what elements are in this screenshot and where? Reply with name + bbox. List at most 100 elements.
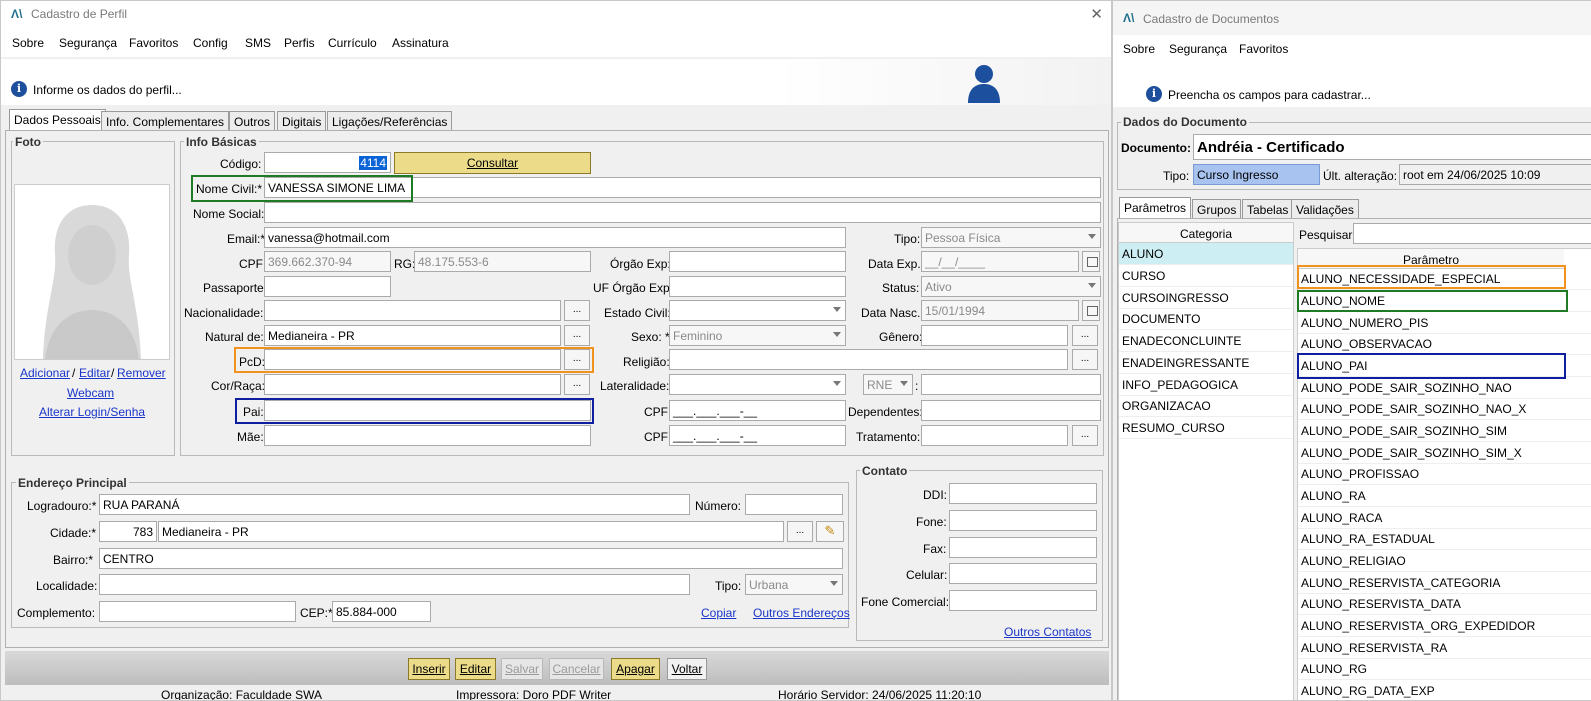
list-item[interactable]: ALUNO_RESERVISTA_CATEGORIA [1298,572,1591,594]
endereco-tipo-select[interactable]: Urbana [745,574,843,595]
list-item[interactable]: ALUNO_RESERVISTA_RA [1298,637,1591,659]
list-item[interactable]: ALUNO_PODE_SAIR_SOZINHO_SIM [1298,420,1591,442]
data-nasc-field[interactable]: 15/01/1994 [921,300,1079,321]
list-item[interactable]: ALUNO_RESERVISTA_ORG_EXPEDIDOR [1298,615,1591,637]
tab-dados-pessoais[interactable]: Dados Pessoais [9,109,106,131]
cpf-field[interactable]: 369.662.370-94 [264,251,391,272]
cpf-pai-field[interactable]: ___.___.___-__ [669,400,846,421]
menu-config[interactable]: Config [193,36,228,50]
nacionalidade-field[interactable] [264,300,561,321]
rne-select[interactable]: RNE [863,374,913,395]
list-item[interactable]: ALUNO_RELIGIAO [1298,550,1591,572]
list-item[interactable]: ENADECONCLUINTE [1119,330,1293,352]
outros-contatos-link[interactable]: Outros Contatos [1004,625,1091,639]
pencil-icon[interactable]: ✎ [816,521,844,542]
cor-raca-field[interactable] [264,374,561,395]
rg-field[interactable]: 48.175.553-6 [414,251,591,272]
complemento-field[interactable] [99,601,296,622]
cidade-code-field[interactable]: 783 [99,521,157,542]
numero-field[interactable] [745,494,843,515]
religiao-field[interactable] [669,349,1068,370]
tab-parametros[interactable]: Parâmetros [1119,197,1192,219]
menu-seguranca[interactable]: Segurança [1169,42,1227,56]
list-item[interactable]: ORGANIZACAO [1119,395,1293,417]
tab-validacoes[interactable]: Validações [1291,199,1359,219]
calendar-icon[interactable] [1082,251,1100,272]
tab-ligacoes[interactable]: Ligações/Referências [327,111,453,131]
outros-enderecos-link[interactable]: Outros Endereços [753,606,850,620]
tratamento-lookup-button[interactable]: ... [1072,425,1098,446]
mae-field[interactable] [264,425,591,446]
menu-sobre[interactable]: Sobre [1123,42,1155,56]
tipo-field[interactable]: Curso Ingresso [1193,164,1320,185]
menu-assinatura[interactable]: Assinatura [392,36,449,50]
menu-sobre[interactable]: Sobre [12,36,44,50]
sexo-select[interactable]: Feminino [669,325,846,346]
dependentes-field[interactable] [921,400,1101,421]
list-item[interactable]: ALUNO_RG [1298,658,1591,680]
apagar-button[interactable]: Apagar [611,658,660,680]
nacionalidade-lookup-button[interactable]: ... [564,300,590,321]
webcam-link[interactable]: Webcam [67,386,114,400]
list-item[interactable]: ALUNO_PROFISSAO [1298,463,1591,485]
menu-favoritos[interactable]: Favoritos [129,36,178,50]
genero-field[interactable] [921,325,1068,346]
logradouro-field[interactable]: RUA PARANÁ [99,494,690,515]
menu-seguranca[interactable]: Segurança [59,36,117,50]
tipo-select[interactable]: Pessoa Física [921,227,1101,248]
list-item[interactable]: ALUNO_PODE_SAIR_SOZINHO_NAO [1298,377,1591,399]
list-item[interactable]: CURSOINGRESSO [1119,287,1293,309]
genero-lookup-button[interactable]: ... [1072,325,1098,346]
editar-link[interactable]: Editar [79,366,110,380]
data-exp-field[interactable]: __/__/____ [921,251,1079,272]
cidade-field[interactable]: Medianeira - PR [158,521,784,542]
tab-digitais[interactable]: Digitais [277,111,327,131]
voltar-button[interactable]: Voltar [667,658,707,680]
close-icon[interactable]: ✕ [1090,5,1103,23]
menu-sms[interactable]: SMS [245,36,271,50]
list-item[interactable]: ALUNO_RA_ESTADUAL [1298,528,1591,550]
list-item[interactable]: ENADEINGRESSANTE [1119,352,1293,374]
list-item[interactable]: ALUNO_OBSERVACAO [1298,333,1591,355]
ddi-field[interactable] [949,483,1097,504]
menu-perfis[interactable]: Perfis [284,36,315,50]
codigo-field[interactable]: 4114 [264,152,391,173]
cidade-lookup-button[interactable]: ... [787,521,813,542]
estado-civil-select[interactable] [669,300,846,321]
fone-comercial-field[interactable] [949,590,1097,611]
inserir-button[interactable]: Inserir [408,658,450,680]
pesquisar-input[interactable] [1353,223,1591,244]
email-field[interactable]: vanessa@hotmail.com [264,227,846,248]
list-item[interactable]: RESUMO_CURSO [1119,417,1293,439]
fax-field[interactable] [949,537,1097,558]
menu-favoritos[interactable]: Favoritos [1239,42,1288,56]
passaporte-field[interactable] [264,276,391,297]
list-item[interactable]: ALUNO_RA [1298,485,1591,507]
natural-field[interactable]: Medianeira - PR [264,325,561,346]
cor-raca-lookup-button[interactable]: ... [564,374,590,395]
list-item[interactable]: DOCUMENTO [1119,308,1293,330]
uf-orgao-field[interactable] [669,276,846,297]
list-item[interactable]: ALUNO_RESERVISTA_DATA [1298,593,1591,615]
tratamento-field[interactable] [921,425,1068,446]
orgao-exp-field[interactable] [669,251,846,272]
fone-field[interactable] [949,510,1097,531]
natural-lookup-button[interactable]: ... [564,325,590,346]
remover-link[interactable]: Remover [117,366,166,380]
consultar-button[interactable]: Consultar [394,152,591,174]
cep-field[interactable]: 85.884-000 [332,601,431,622]
copiar-link[interactable]: Copiar [701,606,736,620]
list-item[interactable]: ALUNO_PODE_SAIR_SOZINHO_SIM_X [1298,442,1591,464]
tab-info-complementares[interactable]: Info. Complementares [101,111,230,131]
status-select[interactable]: Ativo [921,276,1101,297]
list-item[interactable]: CURSO [1119,265,1293,287]
tab-grupos[interactable]: Grupos [1192,199,1242,219]
celular-field[interactable] [949,563,1097,584]
religiao-lookup-button[interactable]: ... [1072,349,1098,370]
list-item[interactable]: ALUNO_RG_DATA_EXP [1298,680,1591,700]
list-item[interactable]: ALUNO_RACA [1298,507,1591,529]
cpf-mae-field[interactable]: ___.___.___-__ [669,425,846,446]
list-item[interactable]: ALUNO_PODE_SAIR_SOZINHO_NAO_X [1298,398,1591,420]
editar-button[interactable]: Editar [455,658,496,680]
list-item[interactable]: ALUNO [1119,243,1293,265]
